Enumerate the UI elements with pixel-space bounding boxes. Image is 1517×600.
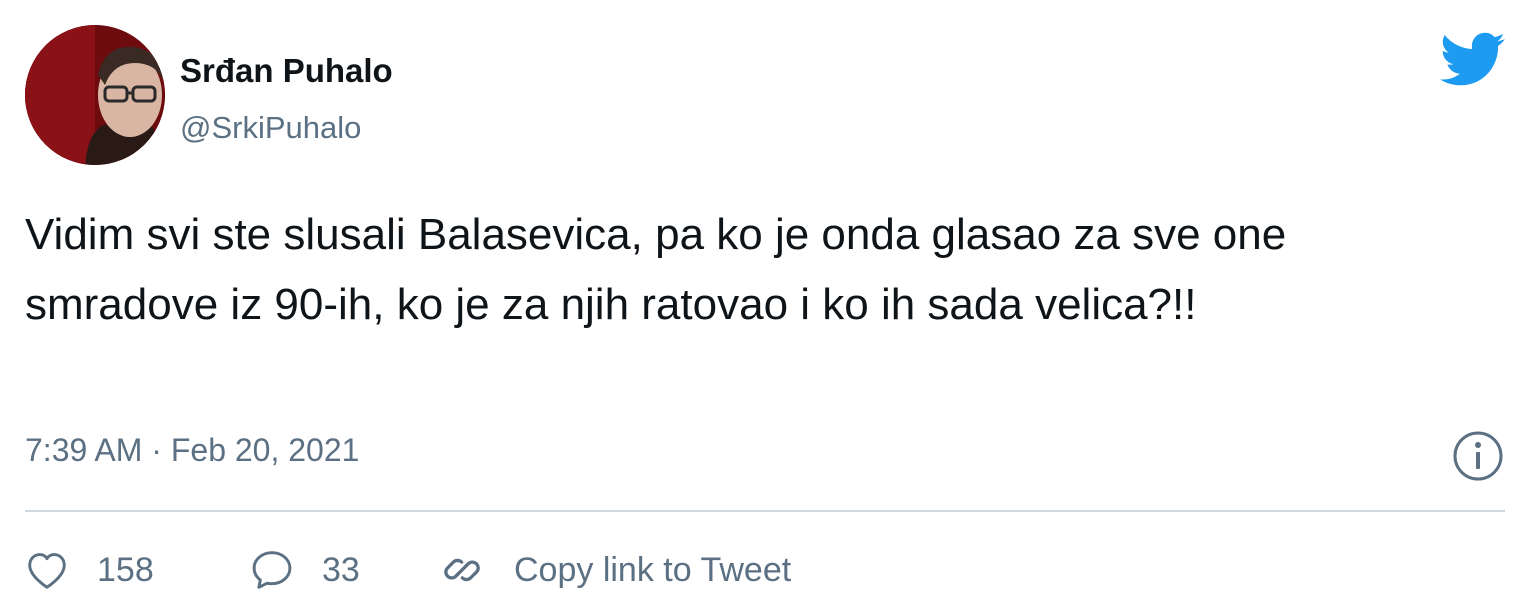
tweet-card: Srđan Puhalo @SrkiPuhalo Vidim svi ste s… — [0, 0, 1517, 600]
like-button[interactable]: 158 — [25, 540, 154, 600]
author-name[interactable]: Srđan Puhalo — [180, 52, 393, 90]
reply-button[interactable]: 33 — [250, 540, 360, 600]
link-icon — [440, 548, 484, 592]
reply-count: 33 — [322, 550, 360, 589]
like-count: 158 — [97, 550, 154, 589]
avatar[interactable] — [25, 25, 165, 165]
speech-bubble-icon — [250, 549, 294, 591]
divider — [25, 510, 1505, 512]
tweet-text: Vidim svi ste slusali Balasevica, pa ko … — [25, 210, 1287, 329]
author-handle[interactable]: @SrkiPuhalo — [180, 110, 361, 146]
twitter-bird-icon[interactable] — [1440, 32, 1506, 88]
info-icon[interactable] — [1452, 430, 1504, 482]
tweet-timestamp[interactable]: 7:39 AM · Feb 20, 2021 — [25, 432, 359, 469]
copy-link-button[interactable]: Copy link to Tweet — [440, 540, 791, 600]
copy-link-label: Copy link to Tweet — [514, 550, 792, 589]
heart-icon — [25, 550, 69, 590]
